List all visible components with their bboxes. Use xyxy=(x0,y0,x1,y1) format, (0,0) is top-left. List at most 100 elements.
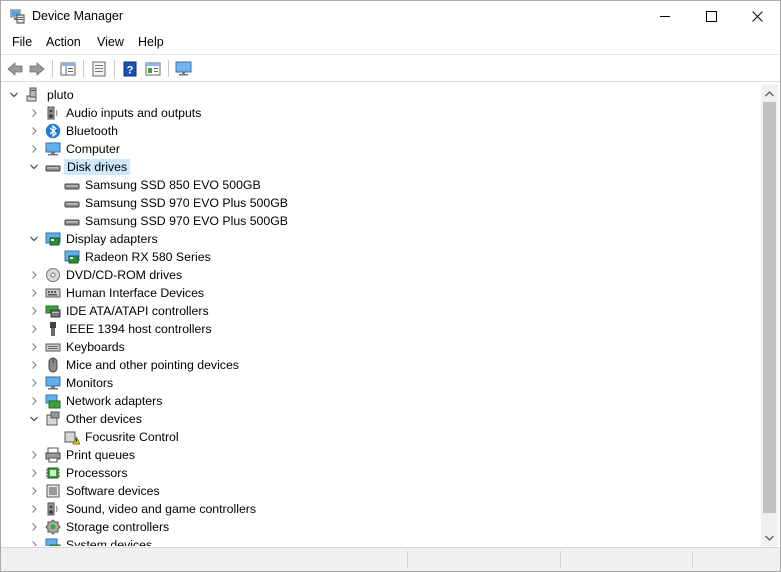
expand-button[interactable] xyxy=(28,359,40,371)
tree-category[interactable]: Processors xyxy=(3,464,761,482)
menu-view[interactable]: View xyxy=(95,35,126,49)
menu-file[interactable]: File xyxy=(10,35,34,49)
properties-button[interactable] xyxy=(89,59,109,79)
tree-category[interactable]: Keyboards xyxy=(3,338,761,356)
forward-button[interactable] xyxy=(27,59,47,79)
expand-button[interactable] xyxy=(28,503,40,515)
minimize-button[interactable] xyxy=(642,1,688,32)
collapse-button[interactable] xyxy=(28,161,40,173)
scan-hardware-button[interactable] xyxy=(174,59,194,79)
collapse-button[interactable] xyxy=(28,413,40,425)
disk-drive-icon xyxy=(64,219,80,226)
chevron-right-icon xyxy=(32,523,37,531)
category-label: Keyboards xyxy=(66,340,125,354)
tree-category[interactable]: Bluetooth xyxy=(3,122,761,140)
menu-action[interactable]: Action xyxy=(44,35,83,49)
menu-help[interactable]: Help xyxy=(136,35,166,49)
collapse-button[interactable] xyxy=(8,89,20,101)
chevron-right-icon xyxy=(32,451,37,459)
expand-button[interactable] xyxy=(28,377,40,389)
tree-category[interactable]: IEEE 1394 host controllers xyxy=(3,320,761,338)
tree-device[interactable]: Samsung SSD 850 EVO 500GB xyxy=(3,176,761,194)
category-label: Bluetooth xyxy=(66,124,118,138)
tree-category[interactable]: Human Interface Devices xyxy=(3,284,761,302)
maximize-button[interactable] xyxy=(688,1,734,32)
tree-category[interactable]: Disk drives xyxy=(3,158,761,176)
tree-category[interactable]: Mice and other pointing devices xyxy=(3,356,761,374)
chevron-down-icon xyxy=(765,535,774,541)
other-devices-icon xyxy=(46,411,60,426)
tree-category[interactable]: Software devices xyxy=(3,482,761,500)
category-label: Monitors xyxy=(66,376,114,390)
expand-button[interactable] xyxy=(28,305,40,317)
tree-category[interactable]: IDE ATA/ATAPI controllers xyxy=(3,302,761,320)
computer-icon xyxy=(45,142,61,156)
scroll-up-button[interactable] xyxy=(761,85,778,102)
tree-category[interactable]: Sound, video and game controllers xyxy=(3,500,761,518)
forward-icon xyxy=(29,62,45,76)
expand-button[interactable] xyxy=(28,341,40,353)
tree-device[interactable]: Focusrite Control xyxy=(3,428,761,446)
tree-category[interactable]: Audio inputs and outputs xyxy=(3,104,761,122)
disk-drive-icon xyxy=(64,201,80,208)
tree-device[interactable]: Samsung SSD 970 EVO Plus 500GB xyxy=(3,212,761,230)
disk-drive-icon xyxy=(64,183,80,190)
status-pane xyxy=(692,551,693,568)
update-driver-button[interactable] xyxy=(143,59,163,79)
expand-button[interactable] xyxy=(28,323,40,335)
status-bar xyxy=(1,547,780,571)
disk-drive-icon xyxy=(45,165,61,172)
tree-root[interactable]: pluto xyxy=(3,86,761,104)
sound-icon xyxy=(47,502,58,516)
expand-button[interactable] xyxy=(28,287,40,299)
tree-category[interactable]: DVD/CD-ROM drives xyxy=(3,266,761,284)
expand-button[interactable] xyxy=(28,467,40,479)
tree-category[interactable]: System devices xyxy=(3,536,761,546)
tree-category[interactable]: Display adapters xyxy=(3,230,761,248)
menu-bar: File Action View Help xyxy=(1,32,780,54)
expand-button[interactable] xyxy=(28,143,40,155)
tree-category[interactable]: Storage controllers xyxy=(3,518,761,536)
expand-button[interactable] xyxy=(28,125,40,137)
device-label: Samsung SSD 970 EVO Plus 500GB xyxy=(85,214,289,228)
expand-button[interactable] xyxy=(28,107,40,119)
expand-button[interactable] xyxy=(28,269,40,281)
close-icon xyxy=(751,11,763,22)
close-button[interactable] xyxy=(734,1,780,32)
help-button[interactable]: ? xyxy=(120,59,140,79)
status-pane xyxy=(560,551,561,568)
tree-device[interactable]: Samsung SSD 970 EVO Plus 500GB xyxy=(3,194,761,212)
title-bar[interactable]: Device Manager xyxy=(1,1,780,32)
tree-view-icon xyxy=(60,62,76,76)
chevron-right-icon xyxy=(32,307,37,315)
expand-button[interactable] xyxy=(28,395,40,407)
back-button[interactable] xyxy=(5,59,25,79)
scroll-down-button[interactable] xyxy=(761,529,778,546)
storage-controller-icon xyxy=(45,519,61,535)
chevron-right-icon xyxy=(32,127,37,135)
tree-device[interactable]: Radeon RX 580 Series xyxy=(3,248,761,266)
expand-button[interactable] xyxy=(28,449,40,461)
tree-category[interactable]: Computer xyxy=(3,140,761,158)
tree-category[interactable]: Network adapters xyxy=(3,392,761,410)
scrollbar-thumb[interactable] xyxy=(763,102,776,513)
chevron-right-icon xyxy=(32,379,37,387)
properties-icon xyxy=(92,61,106,77)
expand-button[interactable] xyxy=(28,521,40,533)
tree-category[interactable]: Other devices xyxy=(3,410,761,428)
show-hide-console-tree-button[interactable] xyxy=(58,59,78,79)
chevron-right-icon xyxy=(32,271,37,279)
chevron-down-icon xyxy=(30,236,38,242)
category-label: Human Interface Devices xyxy=(66,286,205,300)
category-label: Display adapters xyxy=(66,232,158,246)
collapse-button[interactable] xyxy=(28,233,40,245)
toolbar: ? xyxy=(1,54,780,82)
device-label: Samsung SSD 970 EVO Plus 500GB xyxy=(85,196,289,210)
vertical-scrollbar[interactable] xyxy=(761,85,778,546)
tree-category[interactable]: Print queues xyxy=(3,446,761,464)
expand-button[interactable] xyxy=(28,485,40,497)
category-label: Print queues xyxy=(66,448,136,462)
device-tree[interactable]: pluto Audio inputs and outputs Bluetooth Co… xyxy=(3,85,761,546)
expand-button[interactable] xyxy=(28,539,40,546)
tree-category[interactable]: Monitors xyxy=(3,374,761,392)
